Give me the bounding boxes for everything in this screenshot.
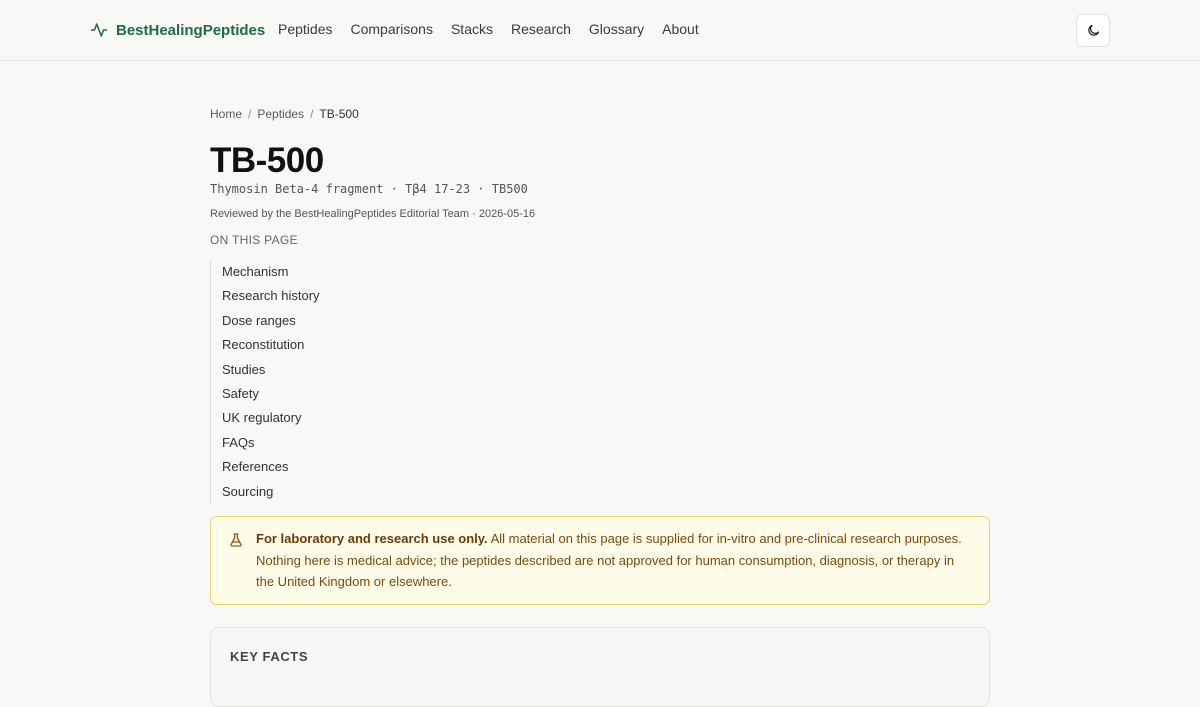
nav-comparisons[interactable]: Comparisons <box>350 21 432 37</box>
toc-link-references[interactable]: References <box>222 459 288 474</box>
toc-link-mechanism[interactable]: Mechanism <box>222 264 288 279</box>
toc-item[interactable]: References <box>222 455 990 479</box>
breadcrumb-peptides[interactable]: Peptides <box>257 107 304 121</box>
key-facts-title: KEY FACTS <box>230 649 309 664</box>
pulse-icon <box>90 23 108 37</box>
nav-stacks[interactable]: Stacks <box>451 21 493 37</box>
main-nav: Peptides Comparisons Stacks Research Glo… <box>278 21 699 37</box>
breadcrumb-separator: / <box>248 107 252 121</box>
theme-toggle-button[interactable] <box>1076 14 1110 47</box>
site-header: BestHealingPeptides Peptides Comparisons… <box>0 0 1200 61</box>
toc-link-faqs[interactable]: FAQs <box>222 435 255 450</box>
nav-glossary[interactable]: Glossary <box>589 21 644 37</box>
toc-label: ON THIS PAGE <box>210 233 298 247</box>
breadcrumb-current: TB-500 <box>319 107 359 121</box>
toc-link-uk-regulatory[interactable]: UK regulatory <box>222 410 301 425</box>
toc-link-reconstitution[interactable]: Reconstitution <box>222 337 304 352</box>
toc-item[interactable]: Sourcing <box>222 480 990 504</box>
table-of-contents: Mechanism Research history Dose ranges R… <box>210 260 990 505</box>
toc-link-studies[interactable]: Studies <box>222 362 265 377</box>
toc-link-safety[interactable]: Safety <box>222 386 259 401</box>
toc-item[interactable]: Research history <box>222 284 990 308</box>
review-byline: Reviewed by the BestHealingPeptides Edit… <box>210 208 536 220</box>
peptide-aliases: Thymosin Beta-4 fragment · Tβ4 17-23 · T… <box>210 182 528 196</box>
research-use-notice: For laboratory and research use only. Al… <box>210 516 990 605</box>
toc-item[interactable]: Reconstitution <box>222 333 990 357</box>
breadcrumb-home[interactable]: Home <box>210 107 242 121</box>
page-title: TB-500 <box>210 141 324 180</box>
brand-name: BestHealingPeptides <box>116 21 266 39</box>
toc-link-research-history[interactable]: Research history <box>222 288 320 303</box>
brand-logo-link[interactable]: BestHealingPeptides <box>90 19 265 41</box>
breadcrumb: Home / Peptides / TB-500 <box>210 106 990 122</box>
article-main: Home / Peptides / TB-500 TB-500 Thymosin… <box>210 106 990 707</box>
toc-item[interactable]: FAQs <box>222 431 990 455</box>
moon-icon <box>1087 24 1099 36</box>
toc-link-dose-ranges[interactable]: Dose ranges <box>222 313 296 328</box>
nav-about[interactable]: About <box>662 21 699 37</box>
toc-item[interactable]: Safety <box>222 382 990 406</box>
toc-item[interactable]: Studies <box>222 358 990 382</box>
toc-item[interactable]: Dose ranges <box>222 309 990 333</box>
toc-link-sourcing[interactable]: Sourcing <box>222 484 273 499</box>
notice-heading: For laboratory and research use only. <box>256 531 488 546</box>
toc-item[interactable]: UK regulatory <box>222 406 990 430</box>
toc-item[interactable]: Mechanism <box>222 260 990 284</box>
nav-research[interactable]: Research <box>511 21 571 37</box>
key-facts-card: KEY FACTS <box>210 627 990 707</box>
flask-icon <box>230 533 242 547</box>
nav-peptides[interactable]: Peptides <box>278 21 332 37</box>
breadcrumb-separator: / <box>310 107 314 121</box>
